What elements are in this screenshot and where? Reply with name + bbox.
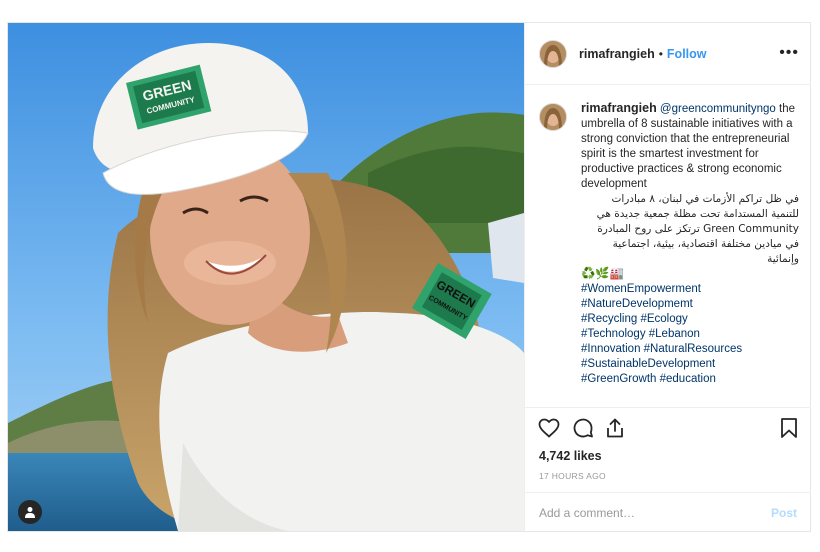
- share-icon: [607, 418, 623, 438]
- hashtag-line[interactable]: #Innovation #NaturalResources: [581, 342, 799, 357]
- comment-box: Post: [525, 492, 811, 532]
- comment-input[interactable]: [539, 505, 759, 520]
- caption-mention-link[interactable]: @greencommunityngo: [660, 103, 776, 115]
- caption-emoji: ♻️🌿🏭: [581, 268, 624, 280]
- hashtag-line[interactable]: #Recycling #Ecology: [581, 312, 799, 327]
- caption-avatar[interactable]: [539, 103, 567, 131]
- like-button[interactable]: [537, 416, 561, 440]
- post-comment-button[interactable]: Post: [771, 506, 797, 520]
- post-side-panel: rimafrangieh • Follow ••• rimafrangieh @…: [524, 23, 811, 531]
- hashtag-line[interactable]: #NatureDevelopmemt: [581, 297, 799, 312]
- save-button[interactable]: [777, 416, 801, 440]
- caption-area: rimafrangieh @greencommunityngo the umbr…: [525, 85, 811, 407]
- action-icons: [537, 416, 800, 442]
- post-timestamp[interactable]: 17 HOURS AGO: [539, 471, 606, 481]
- caption-text: the umbrella of 8 sustainable initiative…: [581, 103, 795, 190]
- caption-english: rimafrangieh @greencommunityngo the umbr…: [581, 101, 799, 192]
- bookmark-icon: [781, 418, 797, 438]
- follow-button[interactable]: Follow: [667, 47, 707, 61]
- post-actions: 4,742 likes 17 HOURS AGO: [525, 407, 811, 481]
- comment-icon: [573, 418, 593, 438]
- instagram-post: GREEN COMMUNITY GREEN COMMUNITY rimafran…: [7, 22, 811, 532]
- avatar-image: [540, 40, 566, 67]
- avatar[interactable]: [539, 39, 567, 68]
- ellipsis-icon[interactable]: •••: [779, 45, 799, 61]
- separator-dot: •: [658, 46, 663, 61]
- caption-arabic: في ظل تراكم الأزمات في لبنان، ٨ مبادرات …: [596, 193, 799, 265]
- share-button[interactable]: [603, 416, 627, 440]
- post-photo[interactable]: GREEN COMMUNITY GREEN COMMUNITY: [8, 23, 524, 531]
- heart-icon: [538, 418, 560, 438]
- user-icon: [25, 507, 35, 518]
- hashtag-line[interactable]: #GreenGrowth #education: [581, 372, 799, 387]
- post-caption: rimafrangieh @greencommunityngo the umbr…: [581, 101, 799, 387]
- photo-illustration: GREEN COMMUNITY GREEN COMMUNITY: [8, 23, 524, 531]
- likes-count[interactable]: 4,742 likes: [539, 449, 602, 463]
- user-tag-button[interactable]: [18, 500, 42, 524]
- hashtag-line[interactable]: #SustainableDevelopment: [581, 357, 799, 372]
- hashtag-line[interactable]: #WomenEmpowerment: [581, 282, 799, 297]
- username[interactable]: rimafrangieh: [579, 47, 655, 61]
- avatar-image: [540, 104, 566, 130]
- post-header: rimafrangieh • Follow •••: [525, 23, 811, 85]
- hashtag-line[interactable]: #Technology #Lebanon: [581, 327, 799, 342]
- comment-button[interactable]: [571, 416, 595, 440]
- caption-username[interactable]: rimafrangieh: [581, 101, 657, 115]
